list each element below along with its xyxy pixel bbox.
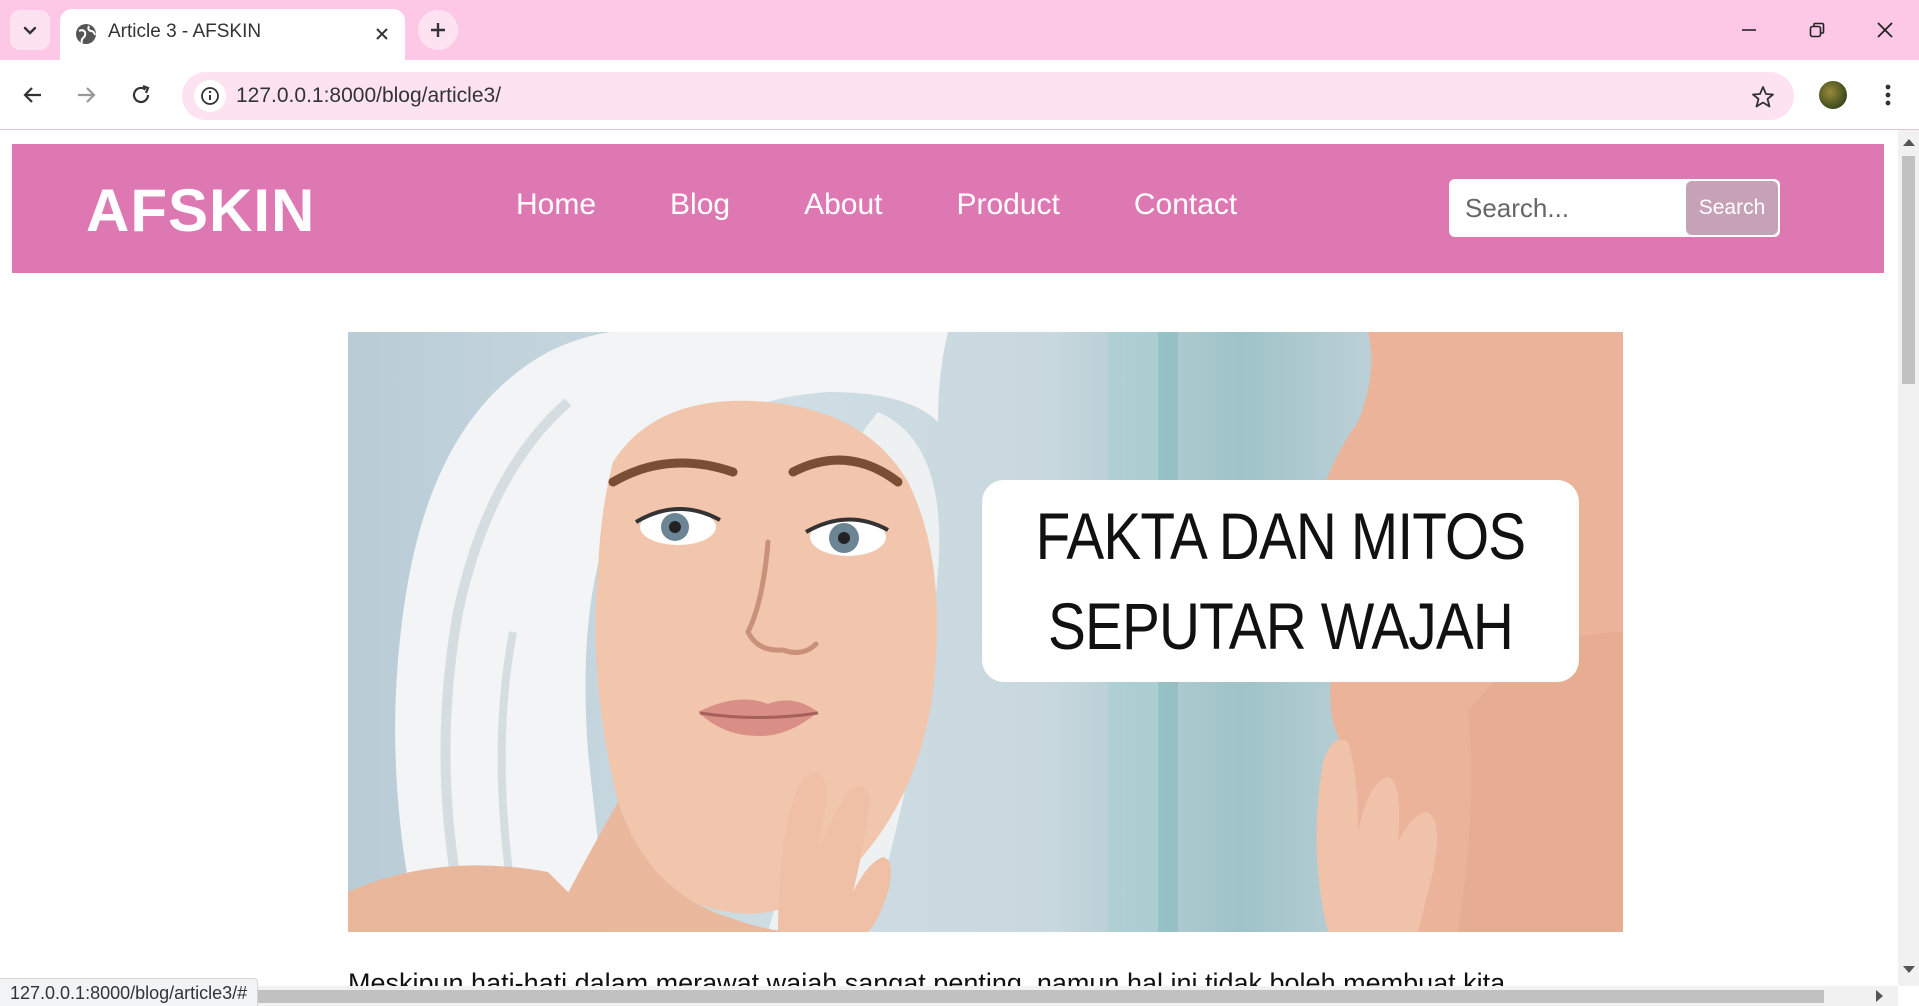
search-input[interactable] xyxy=(1451,181,1683,235)
horizontal-scrollbar[interactable] xyxy=(0,986,1898,1006)
plus-icon xyxy=(431,23,445,37)
nav-home[interactable]: Home xyxy=(516,188,596,222)
vertical-scrollbar[interactable] xyxy=(1898,130,1919,986)
info-icon xyxy=(201,87,219,105)
kebab-icon xyxy=(1885,84,1891,106)
scroll-down-arrow[interactable] xyxy=(1903,966,1915,973)
bookmark-button[interactable] xyxy=(1748,82,1778,112)
scroll-right-arrow[interactable] xyxy=(1876,990,1883,1002)
hero-caption-line-1: FAKTA DAN MITOS xyxy=(1035,499,1526,573)
reload-icon xyxy=(132,84,150,104)
close-icon xyxy=(1877,22,1893,38)
browser-tab-bar: Article 3 - AFSKIN xyxy=(0,0,1919,130)
vertical-scroll-thumb[interactable] xyxy=(1902,156,1915,384)
reload-button[interactable] xyxy=(122,76,160,114)
chevron-down-icon xyxy=(23,26,37,35)
star-icon xyxy=(1752,86,1774,108)
scroll-up-arrow[interactable] xyxy=(1903,139,1915,146)
browser-toolbar: 127.0.0.1:8000/blog/article3/ xyxy=(0,60,1919,130)
site-logo[interactable]: AFSKIN xyxy=(86,176,315,245)
minimize-button[interactable] xyxy=(1721,8,1777,52)
search-button[interactable]: Search xyxy=(1686,181,1778,235)
site-header: AFSKIN Home Blog About Product Contact S… xyxy=(12,144,1884,273)
hero-caption-box: FAKTA DAN MITOS SEPUTAR WAJAH xyxy=(982,480,1579,682)
horizontal-scroll-thumb[interactable] xyxy=(256,990,1824,1003)
forward-button[interactable] xyxy=(67,76,105,114)
hero-caption-line-2: SEPUTAR WAJAH xyxy=(1047,589,1514,663)
close-icon[interactable] xyxy=(369,21,395,47)
minimize-icon xyxy=(1742,29,1756,31)
restore-icon xyxy=(1809,22,1825,38)
nav-blog[interactable]: Blog xyxy=(670,188,730,222)
nav-product[interactable]: Product xyxy=(956,188,1059,222)
tab-title: Article 3 - AFSKIN xyxy=(108,21,262,42)
new-tab-button[interactable] xyxy=(418,10,458,50)
nav-contact[interactable]: Contact xyxy=(1134,188,1237,222)
article-hero-image: FAKTA DAN MITOS SEPUTAR WAJAH xyxy=(348,332,1623,932)
page-viewport: AFSKIN Home Blog About Product Contact S… xyxy=(0,130,1898,986)
address-bar[interactable]: 127.0.0.1:8000/blog/article3/ xyxy=(182,72,1794,120)
link-status-bar: 127.0.0.1:8000/blog/article3/# xyxy=(0,978,259,1006)
tab-list-button[interactable] xyxy=(10,10,50,50)
search-form: Search xyxy=(1449,179,1780,237)
url-text[interactable]: 127.0.0.1:8000/blog/article3/ xyxy=(236,84,501,108)
back-button[interactable] xyxy=(14,76,52,114)
arrow-right-icon xyxy=(78,87,96,103)
active-tab[interactable]: Article 3 - AFSKIN xyxy=(60,9,405,60)
site-info-button[interactable] xyxy=(194,80,226,112)
arrow-left-icon xyxy=(23,87,41,103)
restore-button[interactable] xyxy=(1789,8,1845,52)
close-window-button[interactable] xyxy=(1857,8,1913,52)
profile-avatar[interactable] xyxy=(1817,79,1849,111)
nav-about[interactable]: About xyxy=(804,188,882,222)
globe-icon xyxy=(76,24,96,44)
browser-menu-button[interactable] xyxy=(1876,78,1900,112)
article-paragraph: Meskipun hati-hati dalam merawat wajah s… xyxy=(348,968,1506,986)
main-nav: Home Blog About Product Contact xyxy=(516,188,1311,222)
